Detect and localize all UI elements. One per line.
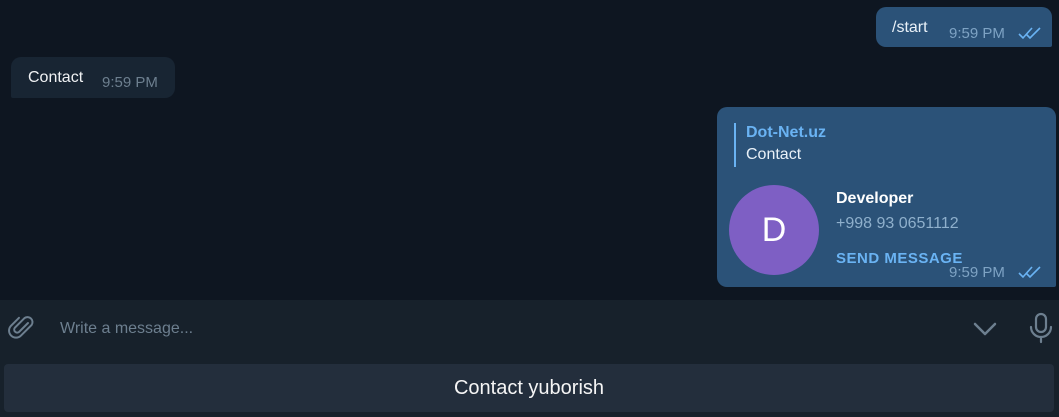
message-text: /start — [892, 19, 928, 36]
double-check-icon — [1018, 266, 1041, 279]
send-message-button[interactable]: SEND MESSAGE — [836, 250, 963, 267]
avatar[interactable]: D — [729, 185, 819, 275]
chevron-down-icon[interactable] — [972, 318, 998, 340]
message-composer — [0, 300, 1059, 357]
contact-yuborish-button[interactable]: Contact yuborish — [4, 364, 1054, 412]
chat-history: /start 9:59 PM Contact 9:59 PM Dot-Net.u… — [0, 0, 1059, 300]
message-input[interactable] — [58, 314, 942, 344]
paperclip-icon[interactable] — [8, 314, 36, 342]
message-time: 9:59 PM — [102, 74, 158, 91]
reply-sender: Dot-Net.uz — [746, 124, 826, 141]
message-contact-card[interactable]: Dot-Net.uz Contact D Developer +998 93 0… — [717, 107, 1056, 287]
bot-keyboard: Contact yuborish — [0, 357, 1059, 417]
reply-quote[interactable]: Dot-Net.uz Contact — [734, 123, 826, 167]
microphone-icon[interactable] — [1028, 312, 1054, 344]
message-start[interactable]: /start 9:59 PM — [876, 7, 1052, 47]
contact-phone: +998 93 0651112 — [836, 215, 959, 232]
message-time: 9:59 PM — [949, 25, 1005, 42]
double-check-icon — [1018, 27, 1041, 40]
message-contact-incoming[interactable]: Contact 9:59 PM — [11, 57, 175, 98]
message-time: 9:59 PM — [949, 264, 1005, 281]
message-text: Contact — [28, 69, 84, 86]
contact-name: Developer — [836, 190, 914, 207]
reply-text: Contact — [746, 146, 802, 163]
